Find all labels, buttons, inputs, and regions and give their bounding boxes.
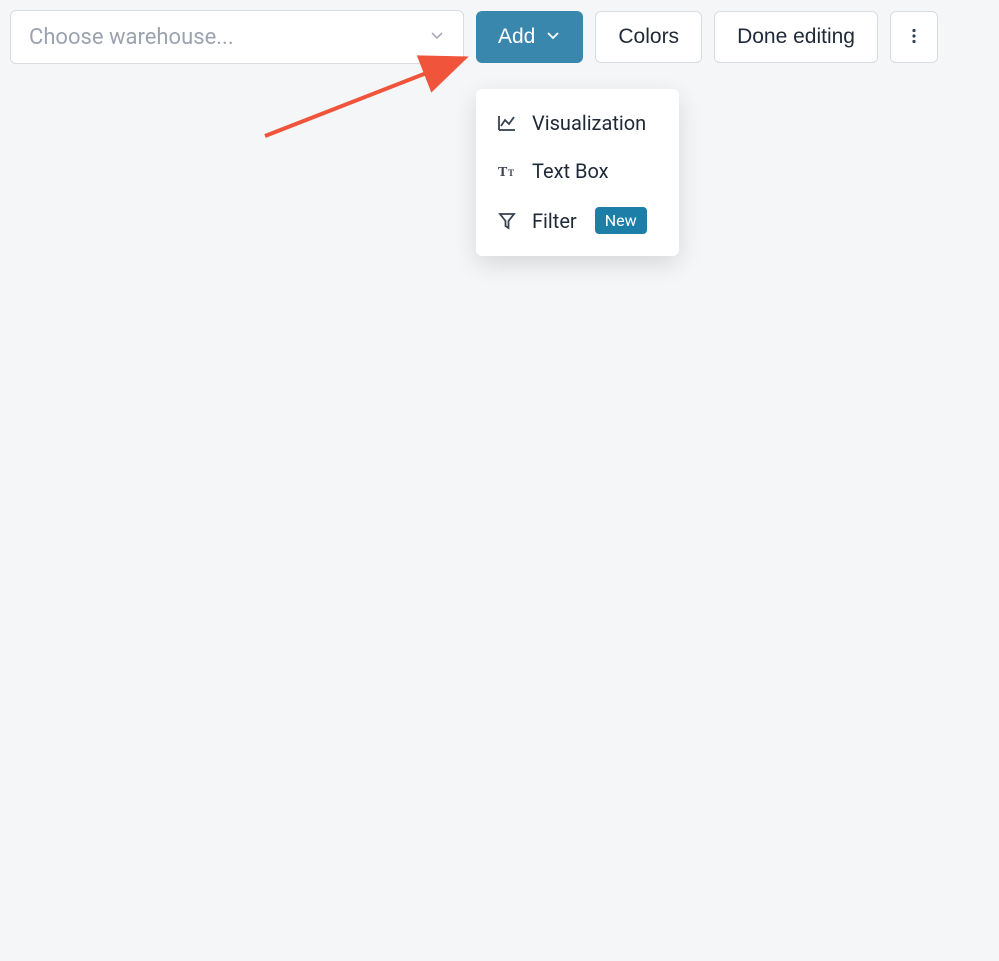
add-dropdown-menu: Visualization T T Text Box Filter New	[476, 89, 679, 256]
dropdown-item-filter[interactable]: Filter New	[476, 195, 679, 246]
more-vertical-icon	[905, 27, 923, 48]
svg-text:T: T	[498, 165, 508, 180]
toolbar: Choose warehouse... Add Colors Done edit…	[0, 0, 999, 74]
done-editing-button-label: Done editing	[737, 25, 855, 49]
svg-text:T: T	[508, 168, 514, 178]
dropdown-item-label: Filter	[532, 209, 577, 233]
done-editing-button[interactable]: Done editing	[714, 11, 878, 63]
filter-icon	[496, 210, 518, 232]
dropdown-item-label: Visualization	[532, 111, 646, 135]
warehouse-placeholder: Choose warehouse...	[29, 25, 234, 50]
colors-button-label: Colors	[618, 25, 679, 49]
text-icon: T T	[496, 160, 518, 182]
dropdown-item-label: Text Box	[532, 159, 609, 183]
add-button[interactable]: Add	[476, 11, 583, 63]
warehouse-select[interactable]: Choose warehouse...	[10, 10, 464, 64]
colors-button[interactable]: Colors	[595, 11, 702, 63]
chevron-down-icon	[429, 27, 445, 47]
more-options-button[interactable]	[890, 11, 938, 63]
chevron-down-icon	[545, 25, 561, 49]
chart-line-icon	[496, 112, 518, 134]
dropdown-item-textbox[interactable]: T T Text Box	[476, 147, 679, 195]
add-button-label: Add	[498, 25, 535, 49]
dropdown-item-visualization[interactable]: Visualization	[476, 99, 679, 147]
new-badge: New	[595, 207, 647, 234]
